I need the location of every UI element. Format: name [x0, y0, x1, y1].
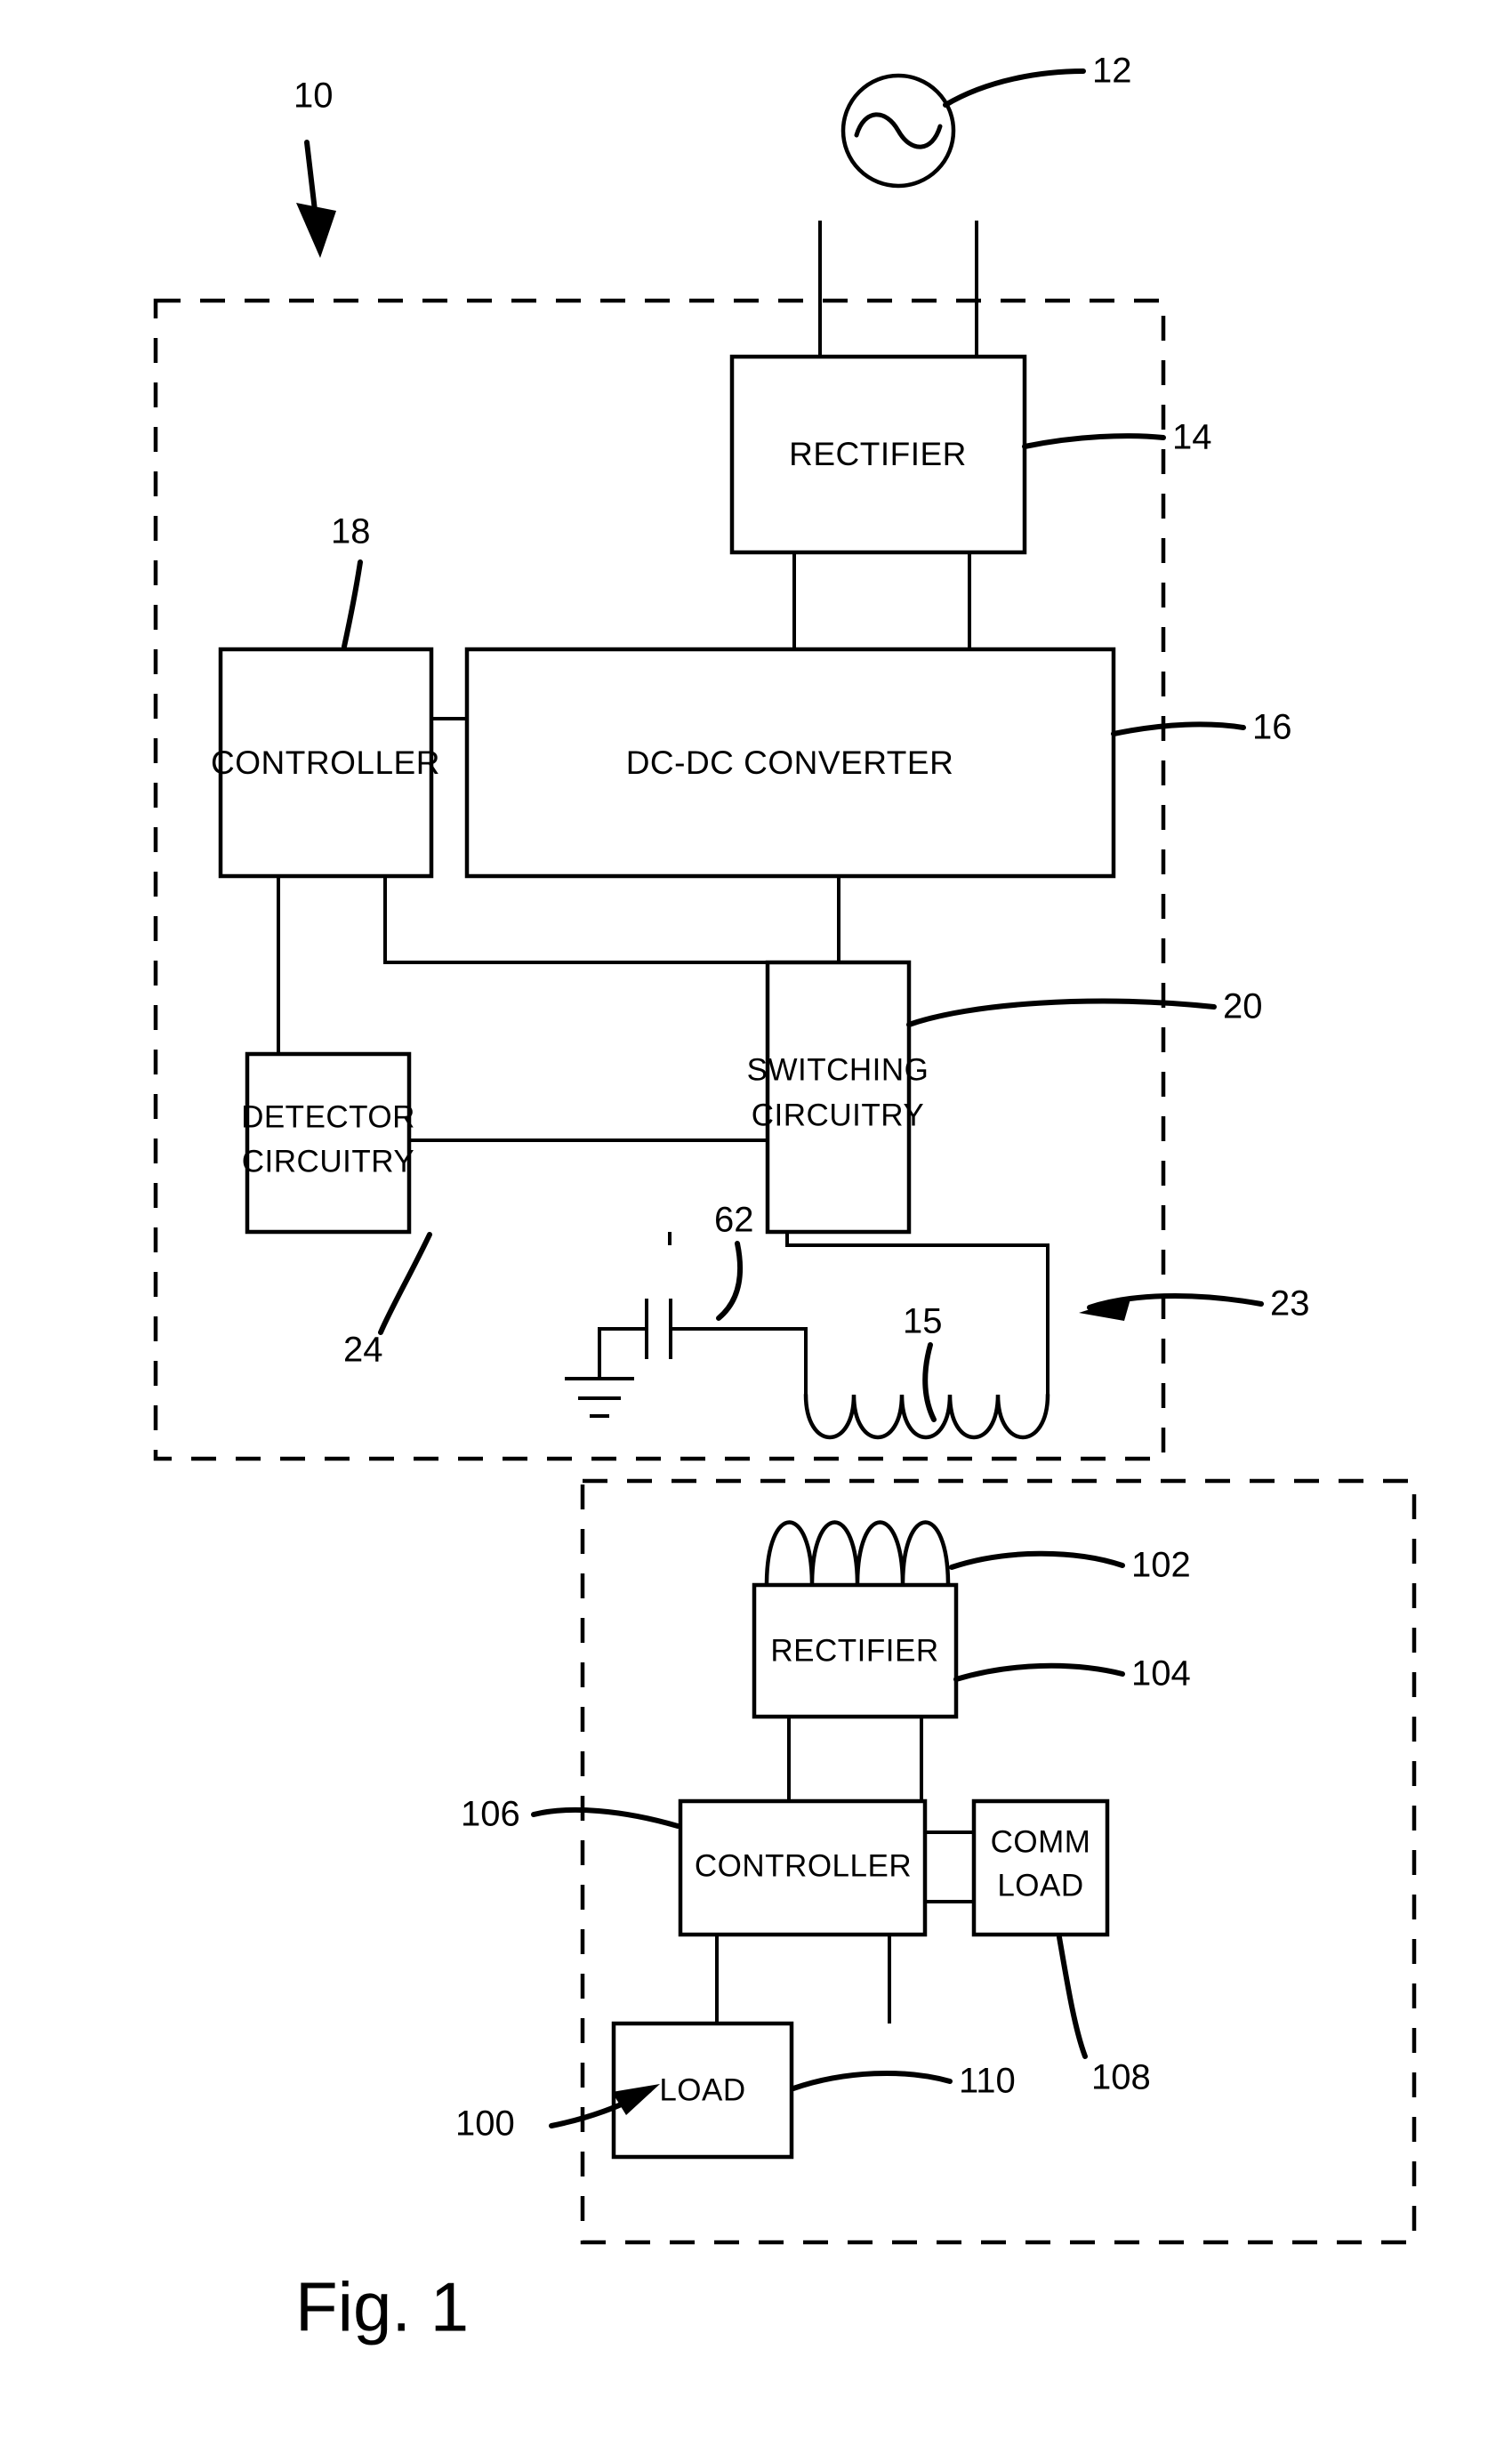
block-controller-tx-label: CONTROLLER	[211, 744, 440, 781]
block-detector-circuitry-label-1: DETECTOR	[241, 1099, 415, 1134]
ref-104: 104	[1131, 1654, 1191, 1694]
leader-20	[906, 998, 1217, 1027]
leader-14	[1022, 433, 1166, 449]
leader-15	[922, 1342, 937, 1422]
block-dcdc-converter-label: DC-DC CONVERTER	[626, 744, 954, 781]
arrowhead-23	[1079, 1296, 1131, 1321]
ref-20: 20	[1223, 987, 1263, 1026]
leader-12	[943, 68, 1086, 108]
block-controller-rx-label: CONTROLLER	[695, 1848, 912, 1883]
ref-10: 10	[294, 76, 334, 116]
leader-106	[531, 1806, 680, 1829]
leader-110	[791, 2070, 953, 2091]
ref-16: 16	[1252, 708, 1292, 747]
receive-coil-icon	[764, 1520, 951, 1588]
block-load-label: LOAD	[659, 2072, 745, 2107]
wire-cap-to-coil	[671, 1327, 808, 1395]
figure-1-diagram: 12 RECTIFIER 14 CONTROLLER 18 DC-DC CONV…	[153, 52, 1417, 2346]
ref-110: 110	[959, 2062, 1016, 2101]
ref-18: 18	[331, 512, 371, 551]
leader-24	[378, 1232, 432, 1335]
block-rectifier-tx-label: RECTIFIER	[789, 436, 967, 472]
wire-controller-switching	[383, 876, 768, 964]
leader-18	[342, 559, 363, 649]
ref-102: 102	[1131, 1546, 1191, 1585]
block-switching-circuitry-label-1: SWITCHING	[747, 1052, 929, 1087]
block-rectifier-rx-label: RECTIFIER	[770, 1633, 938, 1668]
ref-62: 62	[714, 1201, 754, 1240]
wire-cap-to-ground	[598, 1327, 647, 1379]
arrowhead-10	[296, 203, 336, 258]
ref-24: 24	[343, 1331, 383, 1370]
figure-caption: Fig. 1	[295, 2268, 469, 2346]
block-switching-circuitry-label-2: CIRCUITRY	[752, 1098, 924, 1132]
ref-100: 100	[455, 2104, 515, 2144]
ref-108: 108	[1091, 2058, 1151, 2097]
leader-102	[949, 1550, 1125, 1570]
ref-106: 106	[461, 1795, 520, 1834]
block-detector-circuitry-label-2: CIRCUITRY	[242, 1144, 414, 1179]
block-comm-load-label-2: LOAD	[997, 1868, 1083, 1903]
patent-figure: 12 RECTIFIER 14 CONTROLLER 18 DC-DC CONV…	[0, 0, 1512, 2454]
leader-108	[1057, 1935, 1088, 2059]
ref-14: 14	[1172, 418, 1212, 457]
leader-62	[716, 1241, 744, 1321]
ref-12: 12	[1092, 52, 1132, 91]
block-comm-load-label-1: COMM	[991, 1824, 1091, 1859]
block-detector-circuitry	[245, 1051, 412, 1235]
ref-23: 23	[1270, 1284, 1310, 1324]
leader-16	[1111, 721, 1246, 736]
ref-15: 15	[903, 1302, 943, 1341]
leader-104	[953, 1662, 1125, 1682]
